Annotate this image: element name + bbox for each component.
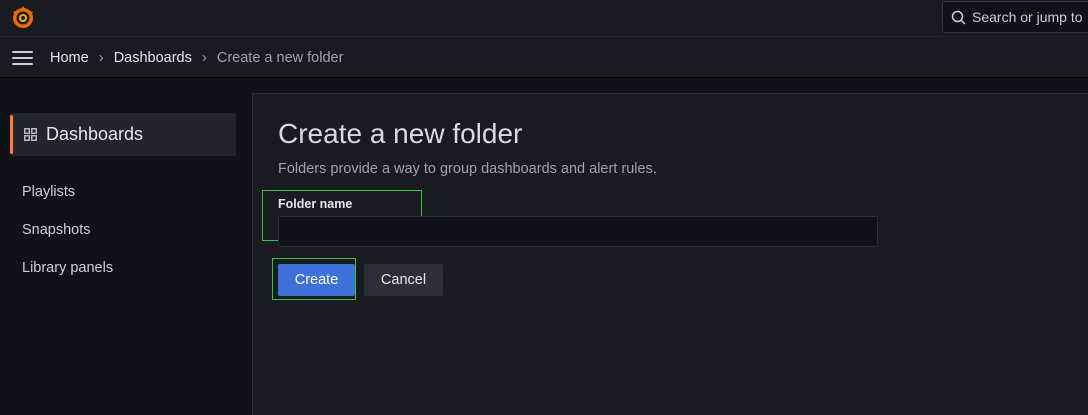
search-icon	[951, 10, 966, 25]
search-placeholder: Search or jump to	[972, 9, 1083, 25]
sidebar: Dashboards Playlists Snapshots Library p…	[0, 78, 252, 415]
sidebar-item-label: Dashboards	[46, 124, 144, 144]
sidebar-item-dashboards[interactable]: Dashboards	[10, 113, 236, 156]
apps-grid-icon	[24, 128, 37, 141]
cancel-button[interactable]: Cancel	[364, 264, 443, 296]
top-bar: Search or jump to	[0, 0, 1088, 36]
breadcrumb-separator: ›	[201, 49, 207, 66]
hamburger-menu-icon[interactable]	[12, 51, 33, 65]
page-subtitle: Folders provide a way to group dashboard…	[278, 161, 657, 177]
breadcrumb-separator: ›	[98, 49, 104, 66]
create-button[interactable]: Create	[278, 264, 355, 296]
page-title: Create a new folder	[278, 118, 523, 149]
main-panel: Create a new folder Folders provide a wa…	[252, 93, 1088, 415]
sidebar-item-library-panels[interactable]: Library panels	[22, 260, 113, 276]
breadcrumb-current: Create a new folder	[216, 49, 344, 66]
grafana-logo-icon[interactable]	[10, 5, 36, 31]
folder-name-label: Folder name	[278, 197, 353, 211]
breadcrumb-home[interactable]: Home	[50, 50, 89, 66]
sidebar-item-playlists[interactable]: Playlists	[22, 184, 75, 200]
folder-name-input[interactable]	[278, 216, 878, 247]
breadcrumb-dashboards[interactable]: Dashboards	[114, 50, 192, 66]
sidebar-item-snapshots[interactable]: Snapshots	[22, 222, 91, 238]
active-indicator	[10, 115, 13, 154]
breadcrumb: Home › Dashboards › Create a new folder	[50, 49, 343, 66]
search-bar[interactable]: Search or jump to	[942, 1, 1088, 33]
breadcrumb-bar: Home › Dashboards › Create a new folder	[0, 36, 1088, 77]
